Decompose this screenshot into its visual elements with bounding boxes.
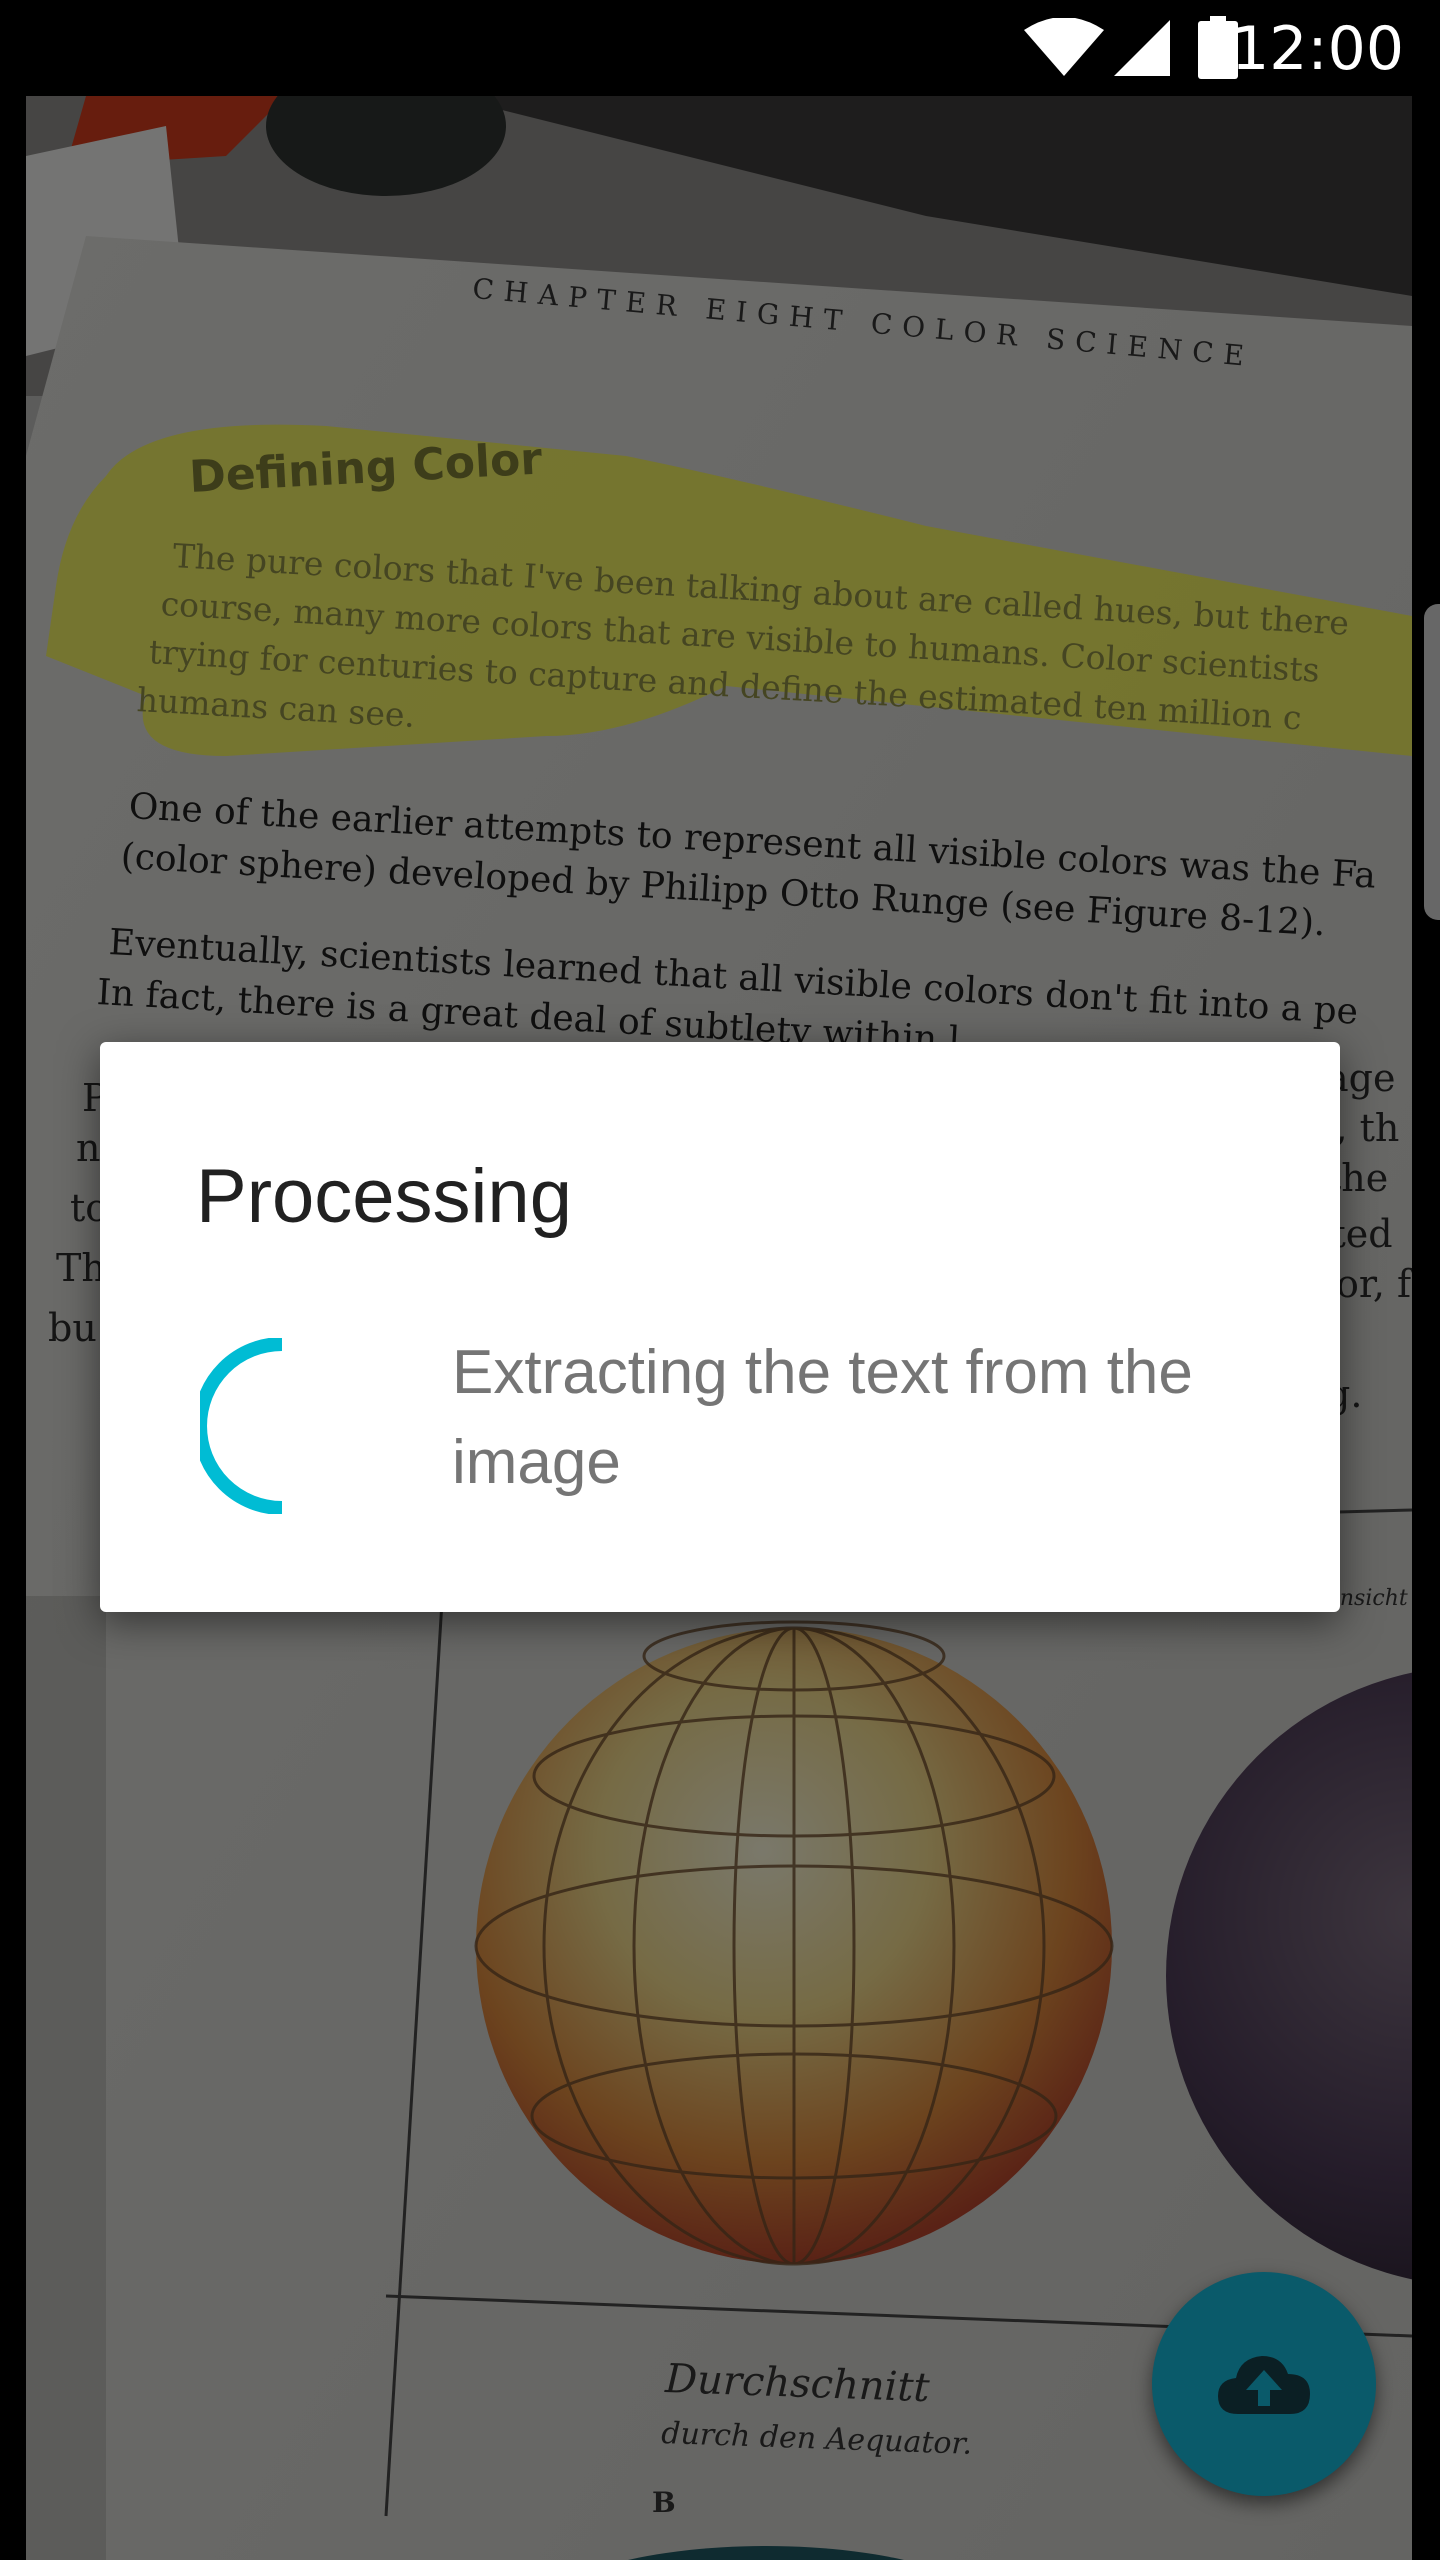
dialog-title: Processing <box>196 1154 572 1239</box>
processing-dialog: Processing Extracting the text from the … <box>100 1042 1340 1612</box>
progress-spinner <box>200 1338 283 1514</box>
clock: 12:00 <box>1231 14 1404 84</box>
screen: 12:00 Processing Extracting the text fro… <box>0 0 1440 2560</box>
upload-fab[interactable] <box>1152 2272 1376 2496</box>
cloud-upload-icon <box>1218 2356 1310 2414</box>
wifi-icon <box>1024 18 1104 76</box>
status-bar: 12:00 <box>0 0 1440 96</box>
cell-signal-icon <box>1114 20 1170 76</box>
dialog-message: Extracting the text from the image <box>452 1338 1193 1497</box>
